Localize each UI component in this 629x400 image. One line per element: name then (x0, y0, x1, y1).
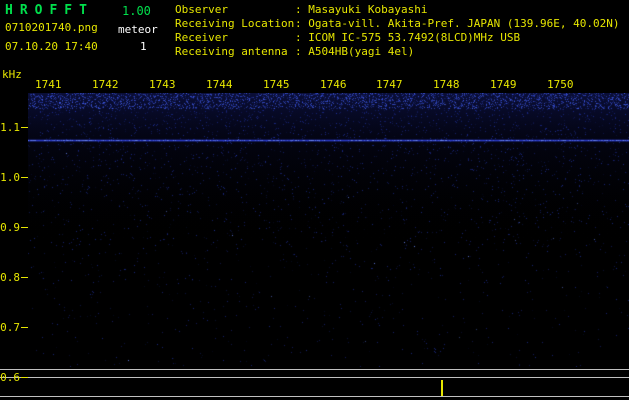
time-label-1748: 1748 (433, 78, 460, 91)
echo-count: 1 (140, 40, 147, 53)
timestamp: 07.10.20 17:40 (5, 40, 98, 53)
observer-info-block: Observer : Masayuki Kobayashi Receiving L… (175, 3, 620, 59)
freq-tick (21, 327, 28, 328)
app-title: HROFFT (5, 3, 94, 18)
freq-label-1.0: 1.0 (0, 171, 20, 184)
time-label-1746: 1746 (320, 78, 347, 91)
strip-top-line (0, 369, 629, 370)
mode-label: meteor (118, 23, 158, 36)
info-value: : A504HB(yagi 4el) (295, 45, 415, 58)
freq-label-0.8: 0.8 (0, 271, 20, 284)
time-label-1750: 1750 (547, 78, 574, 91)
time-label-1745: 1745 (263, 78, 290, 91)
strip-minute-marker (441, 380, 443, 396)
info-row-antenna: Receiving antenna : A504HB(yagi 4el) (175, 45, 620, 59)
hrofft-spectrogram-window: HROFFT 1.00 0710201740.png meteor 07.10.… (0, 0, 629, 400)
time-axis: 1741 1742 1743 1744 1745 1746 1747 1748 1749 1750 (0, 78, 629, 91)
info-row-location: Receiving Location: Ogata-vill. Akita-Pr… (175, 17, 620, 31)
time-label-1742: 1742 (92, 78, 119, 91)
time-label-1743: 1743 (149, 78, 176, 91)
freq-tick (21, 127, 28, 128)
time-label-1749: 1749 (490, 78, 517, 91)
output-filename: 0710201740.png (5, 21, 98, 34)
info-row-receiver: Receiver : ICOM IC-575 53.7492(8LCD)MHz U… (175, 31, 620, 45)
freq-tick (21, 227, 28, 228)
info-value: : Masayuki Kobayashi (295, 3, 428, 16)
freq-tick (21, 177, 28, 178)
signal-strip (0, 367, 629, 400)
time-label-1744: 1744 (206, 78, 233, 91)
freq-label-0.7: 0.7 (0, 321, 20, 334)
info-label: Receiver (175, 31, 228, 44)
strip-bottom-line (0, 396, 629, 397)
info-value: : Ogata-vill. Akita-Pref. JAPAN (139.96E… (295, 17, 620, 30)
time-label-1741: 1741 (35, 78, 62, 91)
spectrogram-canvas (28, 93, 629, 367)
freq-label-0.9: 0.9 (0, 221, 20, 234)
time-label-1747: 1747 (376, 78, 403, 91)
info-label: Receiving Location (175, 17, 295, 30)
info-label: Receiving antenna (175, 45, 288, 58)
info-label: Observer (175, 3, 228, 16)
freq-tick (21, 277, 28, 278)
strip-baseline (0, 377, 629, 378)
app-version: 1.00 (122, 4, 151, 18)
freq-label-1.1: 1.1 (0, 121, 20, 134)
info-value: : ICOM IC-575 53.7492(8LCD)MHz USB (295, 31, 521, 44)
info-row-observer: Observer : Masayuki Kobayashi (175, 3, 620, 17)
